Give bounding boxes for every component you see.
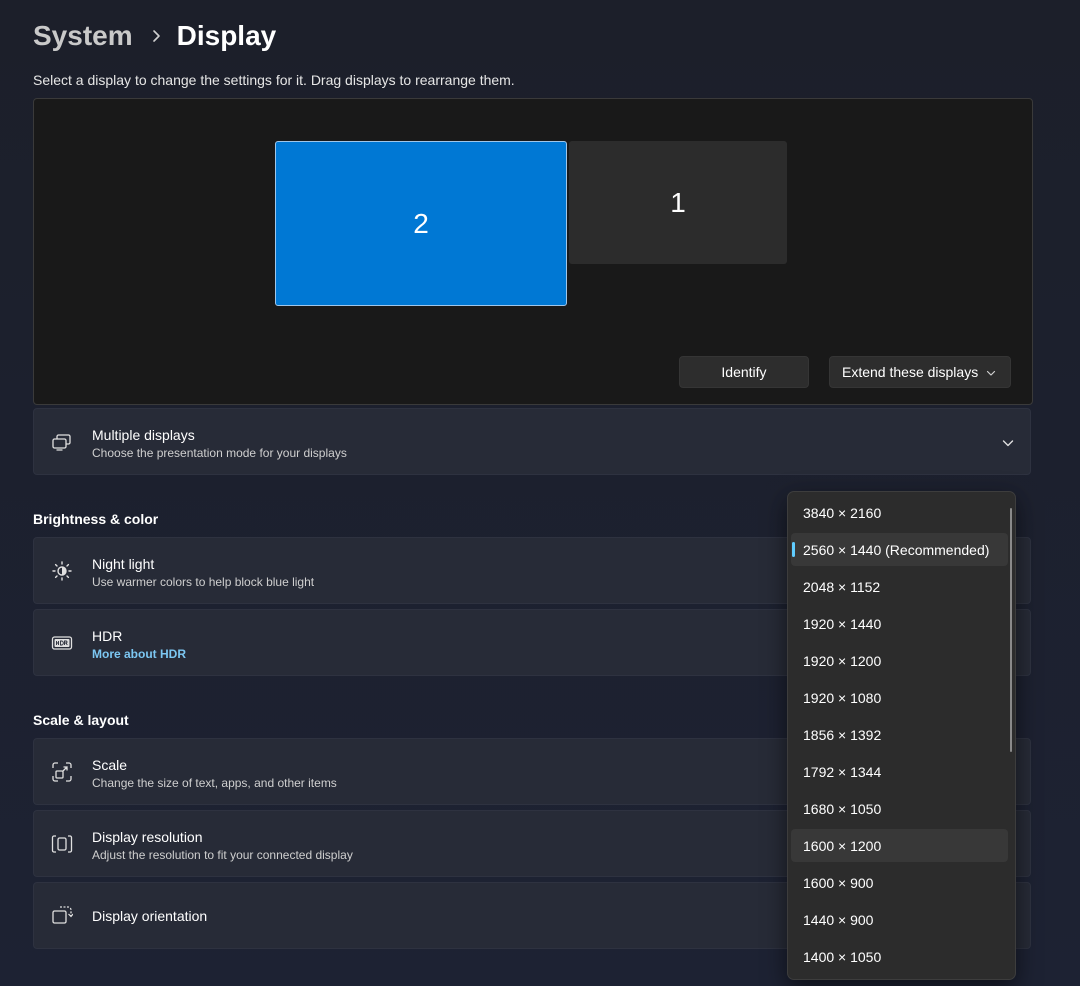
resolution-option[interactable]: 1920 × 1440 <box>791 607 1008 640</box>
resolution-option-label: 1440 × 900 <box>803 911 874 928</box>
resolution-option-label: 2048 × 1152 <box>803 578 881 595</box>
monitor-label: 1 <box>670 186 686 218</box>
resolution-option[interactable]: 1792 × 1344 <box>791 755 1008 788</box>
display-resolution-subtitle: Adjust the resolution to fit your connec… <box>92 848 353 862</box>
chevron-down-icon[interactable] <box>1002 437 1014 449</box>
hdr-icon <box>51 636 73 650</box>
display-mode-label: Extend these displays <box>842 364 979 380</box>
resolution-option[interactable]: 2048 × 1152 <box>791 570 1008 603</box>
more-about-hdr-link[interactable]: More about HDR <box>92 647 186 661</box>
scale-subtitle: Change the size of text, apps, and other… <box>92 776 337 790</box>
resolution-option[interactable]: 1856 × 1392 <box>791 718 1008 751</box>
resolution-option[interactable]: 2560 × 1440 (Recommended) <box>791 533 1008 566</box>
identify-button[interactable]: Identify <box>679 356 809 388</box>
display-mode-dropdown[interactable]: Extend these displays <box>829 356 1011 388</box>
resolution-option[interactable]: 1920 × 1080 <box>791 681 1008 714</box>
page-title: Display <box>176 20 277 51</box>
resolution-option-label: 1856 × 1392 <box>803 726 882 743</box>
multiple-displays-title: Multiple displays <box>92 427 195 443</box>
resolution-option-label: 1920 × 1080 <box>803 689 882 706</box>
monitor-1[interactable]: 1 <box>569 141 787 264</box>
dropdown-scrollbar[interactable] <box>1010 508 1012 752</box>
selection-indicator <box>792 542 795 557</box>
orientation-icon <box>52 906 73 924</box>
resolution-option-label: 1600 × 900 <box>803 874 874 891</box>
resolution-option-label: 3840 × 2160 <box>803 504 882 521</box>
resolution-dropdown-list[interactable]: 3840 × 2160 2560 × 1440 (Recommended) 2048… <box>787 491 1016 980</box>
resolution-option[interactable]: 1680 × 1050 <box>791 792 1008 825</box>
arrangement-instruction: Select a display to change the settings … <box>33 72 515 88</box>
resolution-option-label: 1920 × 1440 <box>803 615 882 632</box>
display-orientation-title: Display orientation <box>92 908 208 924</box>
resolution-option[interactable]: 1440 × 900 <box>791 903 1008 936</box>
night-light-subtitle: Use warmer colors to help block blue lig… <box>92 575 315 589</box>
multiple-displays-card[interactable]: Multiple displays Choose the presentatio… <box>33 408 1031 475</box>
display-resolution-title: Display resolution <box>92 829 203 845</box>
resolution-option[interactable]: 3840 × 2160 <box>791 496 1008 529</box>
display-arrangement-area: 2 1 Identify Extend these displays <box>33 98 1033 405</box>
resolution-icon <box>51 835 73 853</box>
breadcrumb: System Display <box>33 17 276 55</box>
resolution-option-label: 1600 × 1200 <box>803 837 882 854</box>
resolution-option[interactable]: 1600 × 900 <box>791 866 1008 899</box>
chevron-down-icon <box>986 370 996 376</box>
multiple-displays-subtitle: Choose the presentation mode for your di… <box>92 446 347 460</box>
breadcrumb-system[interactable]: System <box>33 20 133 52</box>
resolution-option[interactable]: 1920 × 1200 <box>791 644 1008 677</box>
monitor-2[interactable]: 2 <box>275 141 567 306</box>
scale-icon <box>52 762 72 782</box>
brightness-icon <box>52 561 72 581</box>
resolution-option-label: 1680 × 1050 <box>803 800 882 817</box>
scale-title: Scale <box>92 757 128 773</box>
multiple-displays-icon <box>52 434 71 451</box>
resolution-option-label: 1400 × 1050 <box>803 948 882 965</box>
section-heading-scale: Scale & layout <box>33 712 129 728</box>
hdr-title: HDR <box>92 628 123 644</box>
chevron-right-icon <box>152 30 160 42</box>
resolution-option-label: 1792 × 1344 <box>803 763 882 780</box>
section-heading-brightness: Brightness & color <box>33 511 159 527</box>
monitor-label: 2 <box>413 207 429 239</box>
resolution-option[interactable]: 1400 × 1050 <box>791 940 1008 973</box>
resolution-option-label: 1920 × 1200 <box>803 652 882 669</box>
resolution-option[interactable]: 1600 × 1200 <box>791 829 1008 862</box>
resolution-option-label: 2560 × 1440 (Recommended) <box>803 541 990 558</box>
night-light-title: Night light <box>92 556 155 572</box>
